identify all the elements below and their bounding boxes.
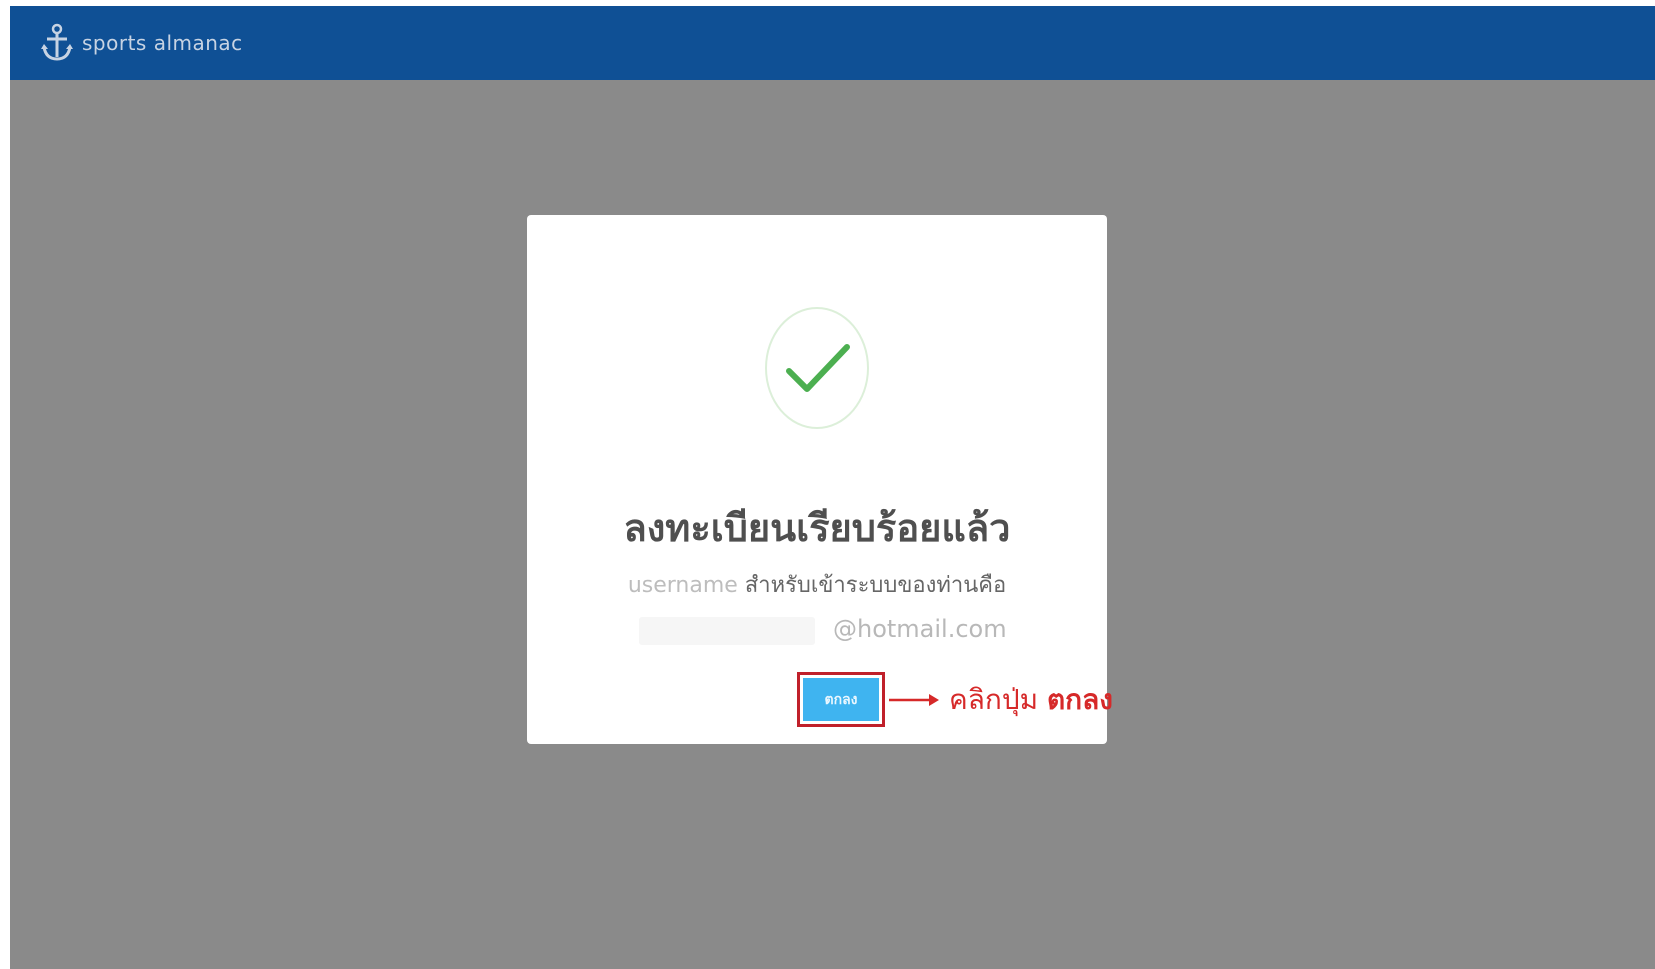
arrow-right-icon [889, 694, 939, 706]
brand-name: sports almanac [82, 31, 243, 55]
message-text: สำหรับเข้าระบบของท่านคือ [744, 573, 1007, 598]
annotation-button-name: ตกลง [1046, 683, 1113, 716]
redacted-email-name [639, 617, 815, 645]
ok-button[interactable]: ตกลง [803, 678, 879, 721]
email-domain: @hotmail.com [833, 615, 1007, 643]
top-bar: sports almanac [10, 6, 1655, 80]
username-label: username [627, 573, 738, 598]
anchor-icon [41, 23, 73, 61]
registration-success-dialog: ลงทะเบียนเรียบร้อยแล้ว username สำหรับเข… [527, 215, 1113, 744]
brand-logo[interactable]: sports almanac [40, 23, 243, 63]
check-icon [786, 344, 850, 392]
dialog-title: ลงทะเบียนเรียบร้อยแล้ว [623, 506, 1011, 550]
screen: sports almanac ลงทะเบียนเรียบร้อยแล้ว us… [10, 6, 1655, 969]
email-line: @hotmail.com [527, 615, 1107, 647]
success-icon-circle [765, 307, 869, 429]
annotation-prefix: คลิกปุ่ม [949, 683, 1039, 716]
dialog-message: username สำหรับเข้าระบบของท่านคือ [527, 567, 1107, 602]
ok-button-highlight: ตกลง [797, 672, 885, 727]
instruction-annotation: คลิกปุ่ม ตกลง [949, 678, 1113, 722]
